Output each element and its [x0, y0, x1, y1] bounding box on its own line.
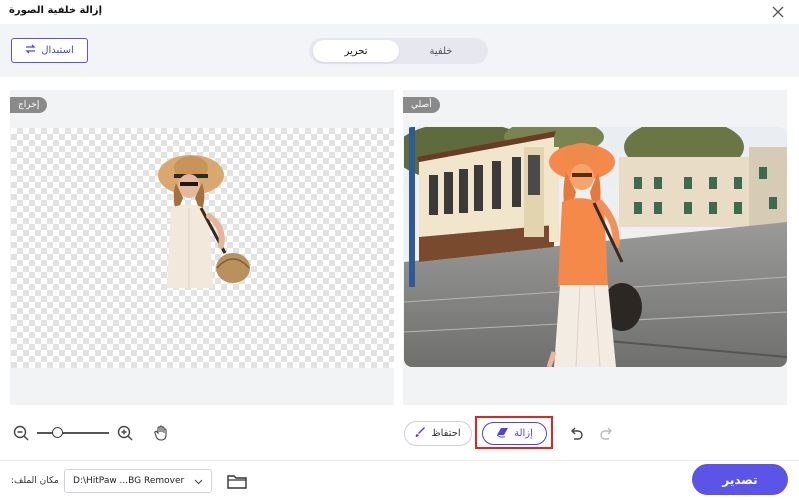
replace-button[interactable]: استبدال	[11, 38, 88, 63]
save-path-value: D:\HitPaw ...BG Remover	[73, 476, 185, 486]
remove-button[interactable]: إزالة	[482, 422, 547, 445]
close-icon[interactable]	[769, 3, 787, 21]
chevron-down-icon	[194, 477, 203, 489]
original-badge: أصلي	[403, 97, 440, 113]
zoom-slider-track	[37, 432, 109, 434]
eraser-icon	[496, 427, 509, 441]
window-title: إزالة خلفية الصورة	[9, 5, 102, 16]
brush-icon	[415, 426, 426, 441]
folder-icon[interactable]	[226, 471, 248, 491]
keep-button[interactable]: احتفاظ	[404, 421, 472, 446]
zoom-in-icon[interactable]	[114, 422, 136, 444]
keep-label: احتفاظ	[431, 428, 461, 439]
save-path-select[interactable]: D:\HitPaw ...BG Remover	[64, 469, 212, 493]
original-photo[interactable]	[404, 127, 787, 367]
original-panel: أصلي	[403, 90, 787, 405]
file-location-label: مكان الملف:	[11, 476, 59, 486]
remove-label: إزالة	[514, 428, 533, 439]
redo-icon[interactable]	[598, 424, 616, 442]
output-badge: إخراج	[10, 97, 48, 113]
undo-icon[interactable]	[567, 424, 585, 442]
top-toolbar: استبدال خلفية تحرير	[0, 24, 799, 77]
footer-divider	[0, 460, 799, 461]
remove-background-window: إزالة خلفية الصورة استبدال خلفية تحرير إ…	[0, 0, 799, 500]
swap-icon	[25, 44, 36, 57]
zoom-out-icon[interactable]	[10, 422, 32, 444]
replace-label: استبدال	[41, 45, 74, 56]
remove-highlight-box: إزالة	[475, 416, 553, 449]
output-panel: إخراج	[10, 90, 394, 405]
transparent-canvas[interactable]	[11, 128, 394, 368]
tab-background[interactable]: خلفية	[398, 40, 484, 62]
export-button[interactable]: تصدير	[692, 464, 788, 495]
street-scene-image	[404, 127, 787, 367]
zoom-slider[interactable]	[37, 422, 109, 444]
tab-edit[interactable]: تحرير	[313, 40, 399, 62]
zoom-slider-thumb[interactable]	[52, 427, 64, 438]
hand-icon[interactable]	[150, 422, 172, 444]
cutout-person-image	[158, 155, 250, 288]
zoom-controls	[10, 422, 172, 444]
mode-switch: خلفية تحرير	[309, 38, 488, 64]
